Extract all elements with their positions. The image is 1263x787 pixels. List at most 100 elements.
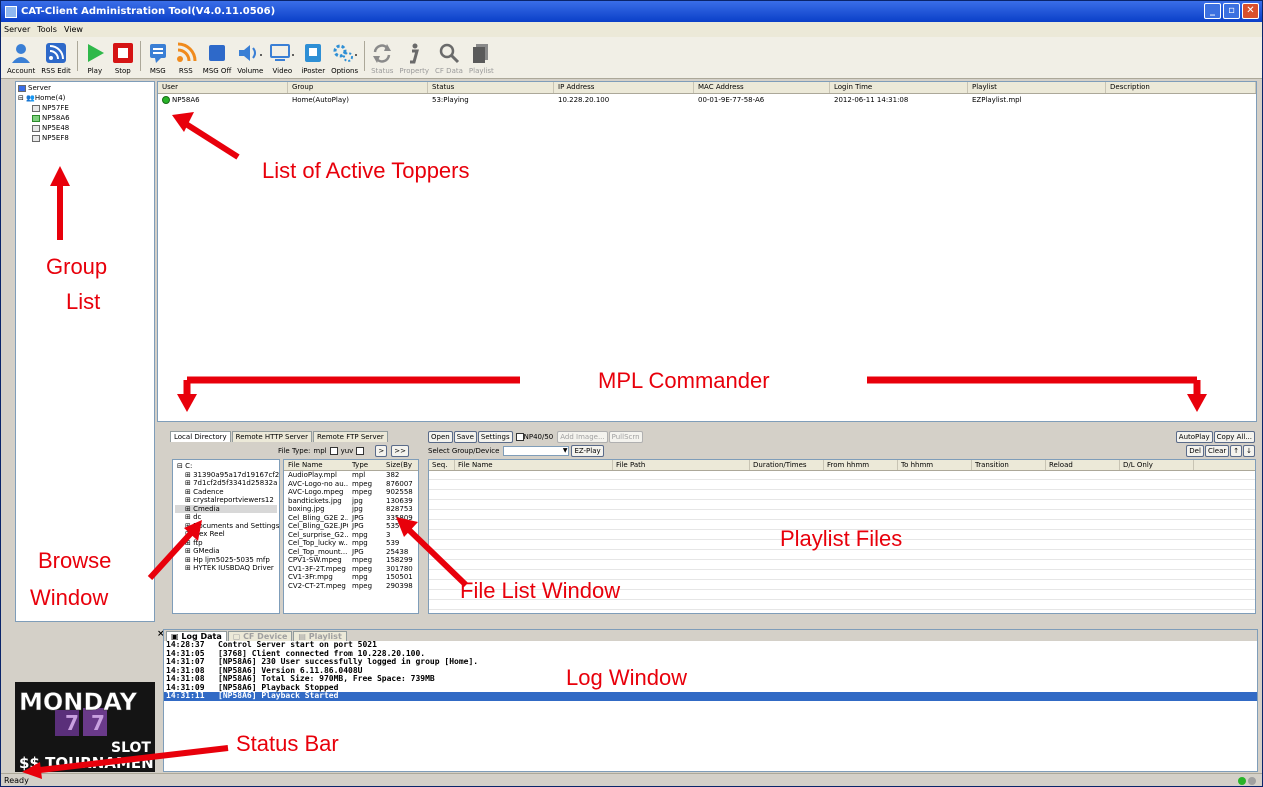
directory-item[interactable]: ⊞ GMedia [175,547,277,556]
file-row[interactable]: CV2-CT-2T.mpeg mpeg 290398 [284,582,418,591]
col-reload[interactable]: Reload [1046,460,1120,470]
search-icon [438,41,460,65]
file-row[interactable]: AVC-Logo-no au... mpeg 876007 [284,480,418,489]
col-file-name[interactable]: File Name [284,460,348,470]
col-file-path[interactable]: File Path [613,460,750,470]
col-seq[interactable]: Seq. [429,460,455,470]
topper-row[interactable]: NP58A6 Home(AutoPlay) 53:Playing 10.228.… [158,94,1256,106]
file-row[interactable]: Cel_Top_lucky w... mpg 539 [284,539,418,548]
directory-item[interactable]: ⊟ C: [175,462,277,471]
file-row[interactable]: CPV1-SW.mpeg mpeg 158299 [284,556,418,565]
close-button[interactable]: ✕ [1242,3,1259,19]
open-button[interactable]: Open [428,431,453,443]
col-login-time[interactable]: Login Time [830,82,968,93]
tree-device[interactable]: NP5E48 [18,123,152,133]
group-device-select[interactable]: ▼ [503,446,570,456]
directory-item[interactable]: ⊞ Documents and Settings [175,522,279,531]
col-from[interactable]: From hhmm [824,460,898,470]
log-line[interactable]: 14:31:11 [NP58A6] Playback Started [164,691,1257,701]
mpl-checkbox[interactable] [329,447,338,455]
stop-button[interactable]: Stop [112,41,134,75]
minimize-button[interactable]: _ [1204,3,1221,19]
file-list-window[interactable]: File Name Type Size(By AudioPlay.mpl mpl 3… [283,459,419,614]
maximize-button[interactable]: ▫ [1223,3,1240,19]
property-button[interactable]: Property [399,41,429,75]
file-row[interactable]: CV1-3F-2T.mpeg mpeg 301780 [284,565,418,574]
copy-button[interactable]: > [375,445,388,457]
file-row[interactable]: Cel_Top_mount... JPG 25438 [284,548,418,557]
tree-root[interactable]: Server [18,83,152,93]
col-duration[interactable]: Duration/Times [750,460,824,470]
add-image-button[interactable]: Add Image... [557,431,608,443]
move-up-button[interactable]: ↑ [1230,445,1243,457]
tab-remote-ftp[interactable]: Remote FTP Server [312,431,388,442]
file-row[interactable]: AVC-Logo.mpeg mpeg 902558 [284,488,418,497]
msg-off-button[interactable]: MSG Off [203,41,231,75]
col-transition[interactable]: Transition [972,460,1046,470]
file-row[interactable]: boxing.jpg jpg 828753 [284,505,418,514]
menu-tools[interactable]: Tools [37,25,57,34]
tree-group-home[interactable]: ⊟ 👥Home(4) [18,93,152,103]
msg-button[interactable]: MSG [147,41,169,75]
copy-all-button[interactable]: >> [391,445,409,457]
del-button[interactable]: Del [1186,445,1204,457]
menu-view[interactable]: View [64,25,83,34]
col-size[interactable]: Size(By [382,460,418,470]
directory-item[interactable]: ⊞ Flex Reel [175,530,277,539]
file-row[interactable]: Cel_Bling_G2E.JPG JPG 535 [284,522,418,531]
volume-button[interactable]: Volume [237,41,263,75]
np40-checkbox[interactable] [515,433,524,441]
col-dl-only[interactable]: D/L Only [1120,460,1194,470]
options-button[interactable]: Options [331,41,358,75]
col-pl-file-name[interactable]: File Name [455,460,613,470]
tree-device[interactable]: NP58A6 [18,113,152,123]
settings-button[interactable]: Settings [477,431,513,443]
tab-remote-http[interactable]: Remote HTTP Server [231,431,312,442]
col-group[interactable]: Group [288,82,428,93]
play-button[interactable]: Play [84,41,106,75]
menu-server[interactable]: Server [4,25,30,34]
col-user[interactable]: User [158,82,288,93]
iposter-button[interactable]: iPoster [301,41,325,75]
autoplay-button[interactable]: AutoPlay [1175,431,1213,443]
directory-item[interactable]: ⊞ 31390a95a17d19167cf2 [175,471,279,480]
directory-item[interactable]: ⊞ Cmedia [175,504,277,513]
account-button[interactable]: Account [7,41,35,75]
browse-window[interactable]: ⊟ C: ⊞ 31390a95a17d19167cf2 ⊞ 7d1cf2d5f334… [172,459,280,614]
copy-all-playlist-button[interactable]: Copy All... [1213,431,1255,443]
directory-item[interactable]: ⊞ 7d1cf2d5f3341d25832a [175,479,277,488]
col-status[interactable]: Status [428,82,554,93]
clear-button[interactable]: Clear [1204,445,1230,457]
col-mac[interactable]: MAC Address [694,82,830,93]
file-row[interactable]: Cel_surprise_G2... mpg 3 [284,531,418,540]
cf-data-button[interactable]: CF Data [435,41,463,75]
file-row[interactable]: bandtickets.jpg jpg 130639 [284,497,418,506]
directory-item[interactable]: ⊞ crystalreportviewers12 [175,496,277,505]
yuv-checkbox[interactable] [356,447,365,455]
col-playlist[interactable]: Playlist [968,82,1106,93]
directory-item[interactable]: ⊞ dc [175,513,277,522]
col-to[interactable]: To hhmm [898,460,972,470]
pullscrn-button[interactable]: PullScrn [608,431,643,443]
video-button[interactable]: Video [269,41,295,75]
save-button[interactable]: Save [453,431,477,443]
directory-item[interactable]: ⊞ Hp ljm5025-5035 mfp [175,556,277,565]
tree-device[interactable]: NP5EF8 [18,133,152,143]
file-row[interactable]: Cel_Bling_G2E 2... JPG 335809 [284,514,418,523]
move-down-button[interactable]: ↓ [1243,445,1255,457]
directory-item[interactable]: ⊞ ftp [175,539,277,548]
tree-device[interactable]: NP57FE [18,103,152,113]
col-description[interactable]: Description [1106,82,1256,93]
file-row[interactable]: AudioPlay.mpl mpl 382 [284,471,418,480]
playlist-button[interactable]: Playlist [469,41,494,75]
directory-item[interactable]: ⊞ Cadence [175,488,277,497]
col-ip[interactable]: IP Address [554,82,694,93]
rss-button[interactable]: RSS [175,41,197,75]
directory-item[interactable]: ⊞ HYTEK IUSBDAQ Driver [175,564,277,573]
file-row[interactable]: CV1-3Fr.mpg mpg 150501 [284,573,418,582]
ez-play-button[interactable]: EZ-Play [571,445,604,457]
status-button[interactable]: Status [371,41,393,75]
rss-edit-button[interactable]: RSS Edit [41,41,71,75]
col-type[interactable]: Type [348,460,382,470]
tab-local-directory[interactable]: Local Directory [170,431,231,442]
